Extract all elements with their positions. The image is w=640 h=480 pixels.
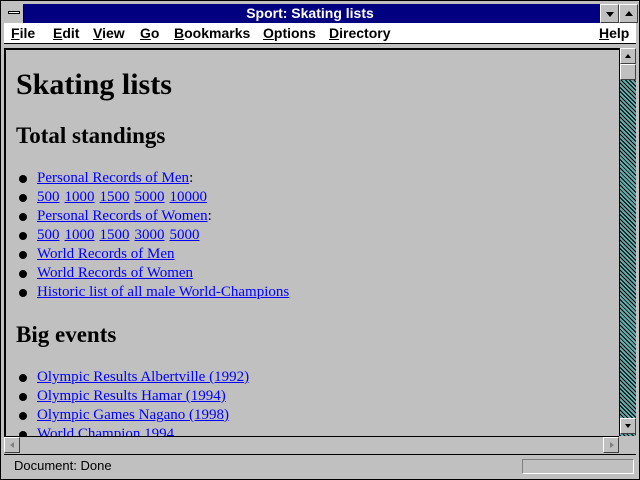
status-bar: Document: Done (4, 454, 636, 476)
link[interactable]: World Champion 1994 (37, 426, 174, 436)
system-menu-button[interactable] (4, 4, 24, 23)
vertical-scrollbar[interactable] (619, 48, 636, 436)
link[interactable]: 500 (37, 227, 60, 243)
section-heading-total-standings: Total standings (16, 123, 166, 148)
arrow-down-icon (625, 424, 631, 428)
scrollbar-corner (619, 436, 636, 453)
link-suffix: : (189, 170, 194, 186)
menu-go[interactable]: Go (140, 24, 159, 42)
section-heading-big-events: Big events (16, 322, 117, 347)
list-item: Personal Records of Women: (19, 207, 289, 226)
menu-bar: File Edit View Go Bookmarks Options Dire… (4, 23, 636, 44)
list-item: Olympic Results Albertville (1992) (19, 368, 249, 387)
bullet-icon (19, 213, 27, 221)
list-item: 500 1000 1500 3000 5000 (19, 226, 289, 245)
bullet-icon (19, 374, 27, 382)
link[interactable]: World Records of Men (37, 246, 175, 262)
bullet-icon (19, 251, 27, 259)
bullet-icon (19, 412, 27, 420)
bullet-icon (19, 289, 27, 297)
list-item: World Records of Men (19, 245, 289, 264)
page-content: Skating lists Total standings Personal R… (4, 48, 619, 436)
menu-help[interactable]: Help (599, 24, 629, 42)
scroll-up-button[interactable] (620, 48, 636, 64)
link[interactable]: Olympic Results Albertville (1992) (37, 369, 249, 385)
list-item: World Champion 1994 (19, 425, 249, 436)
link[interactable]: 5000 (170, 227, 200, 243)
arrow-left-icon (10, 442, 14, 448)
menu-bookmarks[interactable]: Bookmarks (174, 24, 250, 42)
link[interactable]: 5000 (135, 189, 165, 205)
link[interactable]: Personal Records of Men (37, 170, 189, 186)
link[interactable]: 1500 (100, 227, 130, 243)
window-title: Sport: Skating lists (246, 5, 374, 21)
menu-directory[interactable]: Directory (329, 24, 390, 42)
bullet-icon (19, 232, 27, 240)
total-standings-list: Personal Records of Men: 500 1000 1500 5000 1… (19, 169, 289, 302)
link[interactable]: Historic list of all male World-Champion… (37, 284, 289, 300)
list-item: 500 1000 1500 5000 10000 (19, 188, 289, 207)
link[interactable]: Olympic Games Nagano (1998) (37, 407, 229, 423)
minimize-icon (606, 12, 614, 17)
bullet-icon (19, 270, 27, 278)
link[interactable]: 1000 (65, 189, 95, 205)
title-bar[interactable]: Sport: Skating lists (4, 4, 638, 23)
list-item: Olympic Results Hamar (1994) (19, 387, 249, 406)
link-suffix: : (207, 208, 212, 224)
status-text: Document: Done (14, 458, 112, 473)
link[interactable]: 3000 (135, 227, 165, 243)
page-title: Skating lists (16, 68, 172, 101)
link[interactable]: Olympic Results Hamar (1994) (37, 388, 226, 404)
scroll-left-button[interactable] (4, 437, 20, 453)
list-item: World Records of Women (19, 264, 289, 283)
list-item: Olympic Games Nagano (1998) (19, 406, 249, 425)
bullet-icon (19, 393, 27, 401)
menu-edit[interactable]: Edit (53, 24, 79, 42)
menu-options[interactable]: Options (263, 24, 316, 42)
horizontal-scrollbar[interactable] (4, 436, 619, 453)
list-item: Personal Records of Men: (19, 169, 289, 188)
system-menu-icon (8, 11, 20, 14)
scroll-down-button[interactable] (620, 418, 636, 434)
minimize-button[interactable] (600, 4, 619, 23)
link[interactable]: Personal Records of Women (37, 208, 208, 224)
scroll-right-button[interactable] (603, 437, 619, 453)
link[interactable]: 1500 (100, 189, 130, 205)
link[interactable]: 500 (37, 189, 60, 205)
bullet-icon (19, 194, 27, 202)
arrow-up-icon (625, 54, 631, 58)
arrow-right-icon (610, 442, 614, 448)
maximize-button[interactable] (619, 4, 638, 23)
link[interactable]: 1000 (65, 227, 95, 243)
link[interactable]: 10000 (170, 189, 208, 205)
progress-indicator (522, 459, 634, 474)
menu-file[interactable]: File (11, 24, 35, 42)
menu-view[interactable]: View (93, 24, 125, 42)
link[interactable]: World Records of Women (37, 265, 193, 281)
bullet-icon (19, 175, 27, 183)
maximize-icon (625, 11, 633, 16)
browser-window: Sport: Skating lists File Edit View Go B… (0, 0, 640, 480)
scroll-thumb[interactable] (620, 64, 636, 80)
list-item: Historic list of all male World-Champion… (19, 283, 289, 302)
big-events-list: Olympic Results Albertville (1992) Olympi… (19, 368, 249, 436)
